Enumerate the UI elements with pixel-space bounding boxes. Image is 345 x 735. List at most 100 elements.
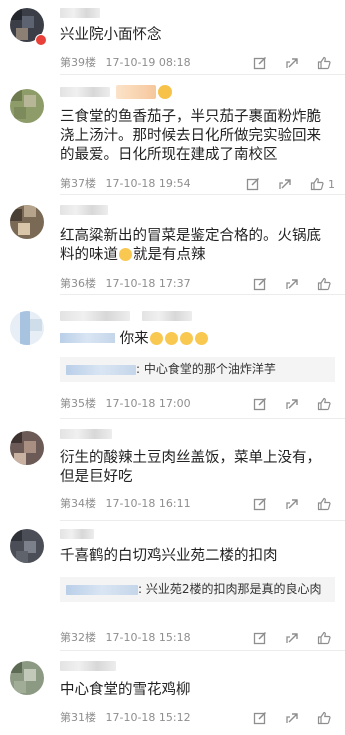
floor-number: 第36楼	[60, 277, 96, 290]
comment-text: 中心食堂的雪花鸡柳	[60, 682, 191, 698]
avatar[interactable]	[10, 311, 44, 345]
comment-meta: 第39楼 17-10-19 08:18	[60, 56, 197, 70]
thumbs-up-icon	[316, 630, 332, 646]
comment-actions: 1	[229, 176, 335, 192]
floor-number: 第37楼	[60, 177, 96, 190]
share-icon[interactable]	[284, 396, 300, 412]
comment-meta: 第37楼 17-10-18 19:54	[60, 177, 197, 191]
username[interactable]	[60, 87, 110, 97]
edit-icon[interactable]	[252, 496, 268, 512]
edit-icon[interactable]	[252, 55, 268, 71]
like-button[interactable]	[316, 630, 335, 646]
floor-number: 第31楼	[60, 711, 96, 724]
comment-item: 三食堂的鱼香茄子，半只茄子裹面粉炸脆浇上汤汁。那时候去日化所做完实验回来的最爱。…	[0, 75, 345, 195]
comment-time: 17-10-18 19:54	[105, 177, 191, 190]
like-count: 1	[328, 177, 335, 191]
comment-meta: 第36楼 17-10-18 17:37	[60, 277, 197, 291]
quoted-text: : 中心食堂的那个油炸洋芋	[136, 362, 276, 376]
like-button[interactable]	[316, 55, 335, 71]
username[interactable]	[60, 661, 116, 671]
comment-text: 你来	[60, 330, 335, 349]
thumbs-up-icon	[316, 276, 332, 292]
like-button[interactable]	[316, 396, 335, 412]
comment-text: 千喜鹤的白切鸡兴业苑二楼的扣肉	[60, 548, 278, 564]
emoji-icon	[149, 332, 163, 345]
edit-icon[interactable]	[252, 276, 268, 292]
thumbs-up-icon	[316, 496, 332, 512]
username[interactable]	[60, 529, 94, 539]
comment-time: 17-10-18 17:37	[105, 277, 191, 290]
avatar[interactable]	[10, 89, 44, 123]
comment-meta: 第31楼 17-10-18 15:12	[60, 711, 197, 725]
floor-number: 第39楼	[60, 56, 96, 69]
mention-user[interactable]	[60, 333, 115, 343]
comment-item: 兴业院小面怀念 第39楼 17-10-19 08:18	[0, 0, 345, 75]
comment-time: 17-10-18 15:18	[105, 631, 191, 644]
comment-item: 你来 : 中心食堂的那个油炸洋芋 第35楼 17-10-18 17:00	[0, 295, 345, 419]
username[interactable]	[60, 8, 100, 18]
quoted-username[interactable]	[66, 364, 136, 375]
comment-item: 千喜鹤的白切鸡兴业苑二楼的扣肉 : 兴业苑2楼的扣肉那是真的良心肉 第32楼 1…	[0, 521, 345, 651]
username[interactable]	[60, 205, 108, 215]
comment-text: 红高粱新出的冒菜是鉴定合格的。火锅底料的味道 就是有点辣	[60, 227, 335, 265]
thumbs-up-icon	[309, 176, 325, 192]
comment-item: 中心食堂的雪花鸡柳 第31楼 17-10-18 15:12	[0, 651, 345, 735]
edit-icon[interactable]	[252, 630, 268, 646]
thumbs-up-icon	[316, 55, 332, 71]
comment-time: 17-10-18 16:11	[105, 497, 191, 510]
share-icon[interactable]	[284, 276, 300, 292]
edit-icon[interactable]	[252, 396, 268, 412]
comment-text-part: 你来	[119, 331, 149, 347]
fan-emoji-icon	[158, 85, 172, 99]
comment-actions	[236, 496, 335, 512]
comment-text: 衍生的酸辣土豆肉丝盖饭，菜单上没有，但是巨好吃	[60, 450, 321, 485]
floor-number: 第34楼	[60, 497, 96, 510]
share-icon[interactable]	[277, 176, 293, 192]
comment-meta: 第32楼 17-10-18 15:18	[60, 631, 197, 645]
thumbs-up-icon	[316, 396, 332, 412]
thumbs-up-icon	[316, 710, 332, 726]
floor-number: 第35楼	[60, 397, 96, 410]
comment-actions	[236, 55, 335, 71]
comment-item: 红高粱新出的冒菜是鉴定合格的。火锅底料的味道 就是有点辣 第36楼 17-10-1…	[0, 195, 345, 295]
laugh-emoji-icon	[119, 248, 132, 261]
username-extra	[142, 311, 192, 321]
quoted-reply[interactable]: : 中心食堂的那个油炸洋芋	[60, 357, 335, 382]
edit-icon[interactable]	[245, 176, 261, 192]
floor-number: 第32楼	[60, 631, 96, 644]
like-button[interactable]	[316, 276, 335, 292]
comment-time: 17-10-19 08:18	[105, 56, 191, 69]
comment-actions	[236, 276, 335, 292]
avatar[interactable]	[10, 205, 44, 239]
comment-meta: 第35楼 17-10-18 17:00	[60, 397, 197, 411]
edit-icon[interactable]	[252, 710, 268, 726]
like-button[interactable]	[316, 496, 335, 512]
share-icon[interactable]	[284, 55, 300, 71]
avatar[interactable]	[10, 661, 44, 695]
avatar[interactable]	[10, 529, 44, 563]
comment-meta: 第34楼 17-10-18 16:11	[60, 497, 197, 511]
quoted-username[interactable]	[66, 584, 138, 595]
avatar[interactable]	[10, 431, 44, 465]
comment-actions	[236, 396, 335, 412]
user-badge-icon	[35, 34, 47, 46]
quoted-reply[interactable]: : 兴业苑2楼的扣肉那是真的良心肉	[60, 577, 335, 602]
comment-actions	[236, 710, 335, 726]
emoji-icon	[179, 332, 193, 345]
comment-time: 17-10-18 17:00	[105, 397, 191, 410]
comment-item: 衍生的酸辣土豆肉丝盖饭，菜单上没有，但是巨好吃 第34楼 17-10-18 16…	[0, 419, 345, 521]
comment-actions	[236, 630, 335, 646]
share-icon[interactable]	[284, 710, 300, 726]
comment-text-part: 就是有点辣	[133, 247, 206, 263]
username[interactable]	[60, 429, 112, 439]
like-button[interactable]: 1	[309, 176, 335, 192]
emoji-icon	[194, 332, 208, 345]
like-button[interactable]	[316, 710, 335, 726]
quoted-text: : 兴业苑2楼的扣肉那是真的良心肉	[138, 582, 322, 596]
username[interactable]	[60, 311, 130, 321]
emoji-icon	[164, 332, 178, 345]
comment-text: 兴业院小面怀念	[60, 27, 162, 43]
share-icon[interactable]	[284, 630, 300, 646]
share-icon[interactable]	[284, 496, 300, 512]
comment-text: 三食堂的鱼香茄子，半只茄子裹面粉炸脆浇上汤汁。那时候去日化所做完实验回来的最爱。…	[60, 109, 321, 163]
